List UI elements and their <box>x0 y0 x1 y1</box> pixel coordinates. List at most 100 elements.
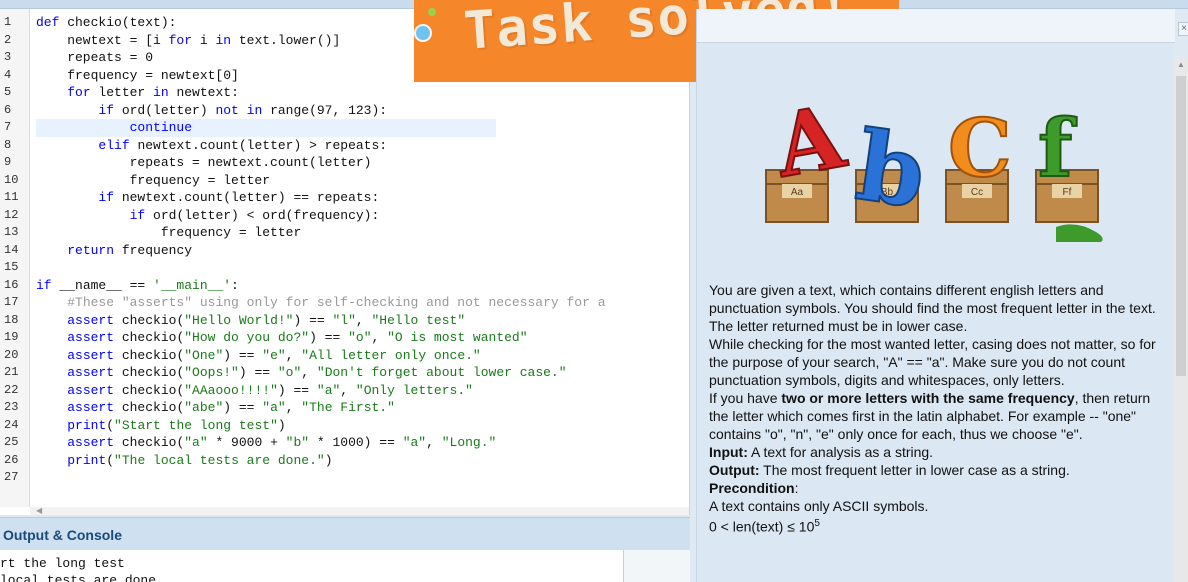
code-editor[interactable]: 1 def checkio(text): 2 newtext = [i for i … <box>0 9 690 515</box>
code-line[interactable]: 22 assert checkio("AAaooo!!!!") == "a", … <box>0 382 689 400</box>
line-number: 26 <box>4 452 19 467</box>
line-number: 25 <box>4 435 19 449</box>
panel-header <box>697 9 1175 43</box>
line-number: 27 <box>4 470 19 484</box>
code-line[interactable]: 10 frequency = letter <box>0 172 689 190</box>
line-number: 9 <box>4 155 12 169</box>
editor-horizontal-scrollbar[interactable]: ◀ <box>30 507 689 515</box>
line-number: 17 <box>4 295 19 309</box>
code-text[interactable]: if newtext.count(letter) == repeats: <box>36 189 689 207</box>
line-number: 8 <box>4 137 12 152</box>
code-text[interactable]: assert checkio("How do you do?") == "o",… <box>36 329 689 347</box>
line-number: 24 <box>4 417 19 432</box>
console-line: rt the long test <box>0 556 125 571</box>
panel-vertical-scrollbar[interactable]: ▲ <box>1174 58 1188 582</box>
output-spec: Output: The most frequent letter in lowe… <box>709 462 1070 478</box>
code-line[interactable]: 9 repeats = newtext.count(letter) <box>0 154 689 172</box>
code-text[interactable] <box>36 259 689 277</box>
line-number: 18 <box>4 312 19 327</box>
code-text[interactable]: repeats = newtext.count(letter) <box>36 154 689 172</box>
console-line: local tests are done <box>0 573 157 582</box>
line-number: 21 <box>4 365 19 379</box>
code-text[interactable]: if __name__ == '__main__': <box>36 277 689 295</box>
scrollbar-thumb[interactable] <box>1176 76 1186 376</box>
code-line[interactable]: 15 <box>0 259 689 277</box>
line-number: 2 <box>4 32 12 47</box>
line-number: 5 <box>4 85 12 99</box>
line-number: 12 <box>4 207 19 222</box>
scroll-left-icon[interactable]: ◀ <box>36 507 42 515</box>
precondition-line: 0 < len(text) ≤ 105 <box>709 518 820 535</box>
code-text[interactable]: assert checkio("a" * 9000 + "b" * 1000) … <box>36 434 689 452</box>
code-line[interactable]: 12 if ord(letter) < ord(frequency): <box>0 207 689 225</box>
code-line[interactable]: 16 if __name__ == '__main__': <box>0 277 689 295</box>
code-line[interactable]: 19 assert checkio("How do you do?") == "… <box>0 329 689 347</box>
code-text[interactable]: frequency = letter <box>36 224 689 242</box>
line-number: 1 <box>4 15 12 29</box>
scroll-up-icon[interactable]: ▲ <box>1177 60 1185 69</box>
code-line[interactable]: 5 for letter in newtext: <box>0 84 689 102</box>
letter-b: b <box>850 109 932 230</box>
code-line[interactable]: 21 assert checkio("Oops!") == "o", "Don'… <box>0 364 689 382</box>
input-spec: Input: A text for analysis as a string. <box>709 444 934 460</box>
line-number: 15 <box>4 260 19 274</box>
line-number: 23 <box>4 400 19 414</box>
code-text[interactable]: assert checkio("abe") == "a", "The First… <box>36 399 689 417</box>
code-line[interactable]: 14 return frequency <box>0 242 689 260</box>
code-text[interactable]: print("The local tests are done.") <box>36 452 689 470</box>
line-number: 22 <box>4 382 19 397</box>
confetti-dot <box>428 8 436 16</box>
code-line[interactable]: 20 assert checkio("One") == "e", "All le… <box>0 347 689 365</box>
precondition-line: A text contains only ASCII symbols. <box>709 498 929 514</box>
code-text[interactable]: assert checkio("Hello World!") == "l", "… <box>36 312 689 330</box>
line-number: 19 <box>4 330 19 344</box>
code-line[interactable]: 8 elif newtext.count(letter) > repeats: <box>0 137 689 155</box>
code-line[interactable]: 13 frequency = letter <box>0 224 689 242</box>
letter-c: C <box>948 101 1012 195</box>
code-line[interactable]: 17 #These "asserts" using only for self-… <box>0 294 689 312</box>
code-line[interactable]: 6 if ord(letter) not in range(97, 123): <box>0 102 689 120</box>
code-line[interactable]: 24 print("Start the long test") <box>0 417 689 435</box>
line-number: 14 <box>4 242 19 257</box>
code-line[interactable]: 7 continue <box>0 119 689 137</box>
confetti-dot <box>414 24 432 42</box>
code-line[interactable]: 27 <box>0 469 689 487</box>
code-text[interactable] <box>36 469 689 487</box>
green-splash <box>1056 224 1103 242</box>
letter-f: f <box>1038 101 1077 195</box>
line-number: 4 <box>4 67 12 82</box>
description-paragraph: While checking for the most wanted lette… <box>709 336 1156 388</box>
code-line[interactable]: 11 if newtext.count(letter) == repeats: <box>0 189 689 207</box>
precondition-heading: Precondition: <box>709 480 799 496</box>
code-text[interactable]: return frequency <box>36 242 689 260</box>
code-text[interactable]: assert checkio("One") == "e", "All lette… <box>36 347 689 365</box>
code-line[interactable]: 26 print("The local tests are done.") <box>0 452 689 470</box>
line-number: 3 <box>4 50 12 64</box>
code-text[interactable]: #These "asserts" using only for self-che… <box>36 294 689 312</box>
code-text[interactable]: for letter in newtext: <box>36 84 689 102</box>
code-text[interactable]: if ord(letter) not in range(97, 123): <box>36 102 689 120</box>
code-line[interactable]: 18 assert checkio("Hello World!") == "l"… <box>0 312 689 330</box>
line-number: 6 <box>4 102 12 117</box>
code-text[interactable]: assert checkio("Oops!") == "o", "Don't f… <box>36 364 689 382</box>
abc-crates-illustration: Aa Bb Cc Ff A b C f <box>765 92 1103 242</box>
line-number: 20 <box>4 347 19 362</box>
code-line[interactable]: 23 assert checkio("abe") == "a", "The Fi… <box>0 399 689 417</box>
line-number: 16 <box>4 277 19 292</box>
code-line[interactable]: 25 assert checkio("a" * 9000 + "b" * 100… <box>0 434 689 452</box>
description-paragraph: You are given a text, which contains dif… <box>709 282 1156 334</box>
output-console-header[interactable]: Output & Console <box>0 517 690 550</box>
code-text[interactable]: frequency = letter <box>36 172 689 190</box>
close-icon[interactable]: × <box>1178 22 1188 36</box>
output-console-title: Output & Console <box>3 527 122 543</box>
code-text[interactable]: elif newtext.count(letter) > repeats: <box>36 137 689 155</box>
line-number: 7 <box>4 120 12 134</box>
code-text[interactable]: print("Start the long test") <box>36 417 689 435</box>
line-number: 13 <box>4 225 19 239</box>
console-side <box>624 550 690 582</box>
line-number: 11 <box>4 190 19 204</box>
code-text[interactable]: if ord(letter) < ord(frequency): <box>36 207 689 225</box>
code-text[interactable]: continue <box>36 119 689 137</box>
code-text[interactable]: assert checkio("AAaooo!!!!") == "a", "On… <box>36 382 689 400</box>
console-output: rt the long test local tests are done <box>0 550 624 582</box>
